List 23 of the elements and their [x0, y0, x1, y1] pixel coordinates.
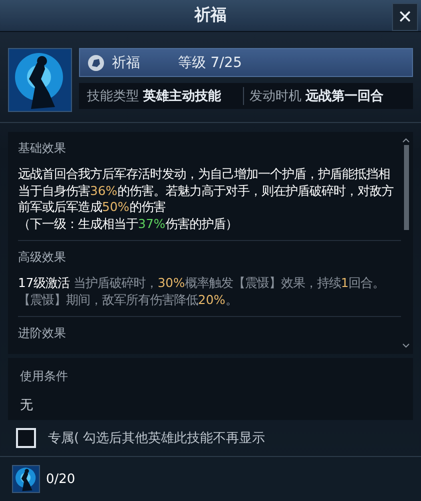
type-value: 英雄主动技能 — [143, 88, 221, 105]
section-title: 高级效果 — [18, 249, 67, 266]
skill-name: 祈福 — [112, 54, 140, 72]
window-title: 祈福 — [194, 5, 226, 26]
section-title: 基础效果 — [18, 140, 67, 157]
trigger-value: 远战第一回合 — [306, 88, 384, 105]
scroll-down-icon[interactable] — [402, 343, 410, 348]
close-button[interactable]: ✕ — [392, 3, 418, 31]
condition-value: 无 — [20, 398, 33, 413]
section-title: 进阶效果 — [18, 325, 67, 342]
type-label: 技能类型 — [87, 88, 139, 105]
count-text: 0/20 — [46, 472, 76, 486]
scrollbar-thumb[interactable] — [404, 145, 408, 230]
section-title: 使用条件 — [20, 368, 69, 385]
trigger-label: 发动时机 — [250, 88, 302, 105]
emblem-icon — [88, 54, 104, 70]
effect-text: 17级激活 当护盾破碎时，30%概率触发【震慑】效果，持续1回合。【震慑】期间，敌军所有伤害降低20%。 — [18, 275, 386, 308]
scroll-up-icon[interactable] — [402, 138, 410, 143]
exclusive-label: 专属( 勾选后其他英雄此技能不再显示 — [48, 430, 266, 447]
level-label: 等级 7/25 — [178, 54, 242, 72]
effect-text: 远战首回合我方后军存活时发动，为自己增加一个护盾，护盾能抵挡相当于自身伤害36%的伤害。若魅力高于对手，则在护盾破碎时，对敌方前军或后军造成50%的伤害 — [18, 166, 394, 216]
effect-text: （下一级：生成相当于37%伤害的护盾） — [18, 216, 238, 232]
exclusive-checkbox[interactable] — [16, 428, 36, 448]
